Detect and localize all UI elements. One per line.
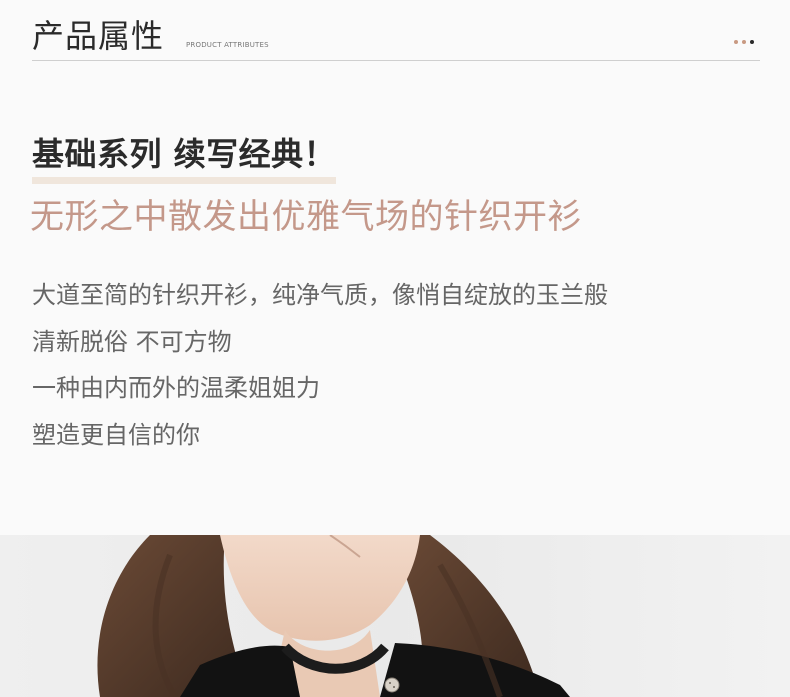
- section-subtitle: PRODUCT ATTRIBUTES: [186, 41, 269, 49]
- description-line: 一种由内而外的温柔姐姐力: [32, 374, 320, 402]
- decorative-dots: [734, 40, 754, 44]
- description-line: 大道至简的针织开衫，纯净气质，像悄自绽放的玉兰般: [32, 281, 608, 309]
- dot-icon: [734, 40, 738, 44]
- model-photo-illustration: [97, 535, 570, 697]
- subheadline: 无形之中散发出优雅气场的针织开衫: [30, 197, 582, 237]
- section-title: 产品属性: [32, 17, 165, 55]
- description-text: 大道至简的针织开衫，纯净气质，像悄自绽放的玉兰般 清新脱俗 不可方物 一种由内而…: [32, 272, 608, 458]
- model-photo: [0, 535, 790, 697]
- description-line: 塑造更自信的你: [32, 420, 200, 449]
- dot-icon: [750, 40, 754, 44]
- dot-icon: [742, 40, 746, 44]
- description-line: 清新脱俗 不可方物: [32, 327, 232, 356]
- headline: 基础系列 续写经典！: [32, 134, 337, 184]
- section-header: 产品属性 PRODUCT ATTRIBUTES: [32, 14, 760, 61]
